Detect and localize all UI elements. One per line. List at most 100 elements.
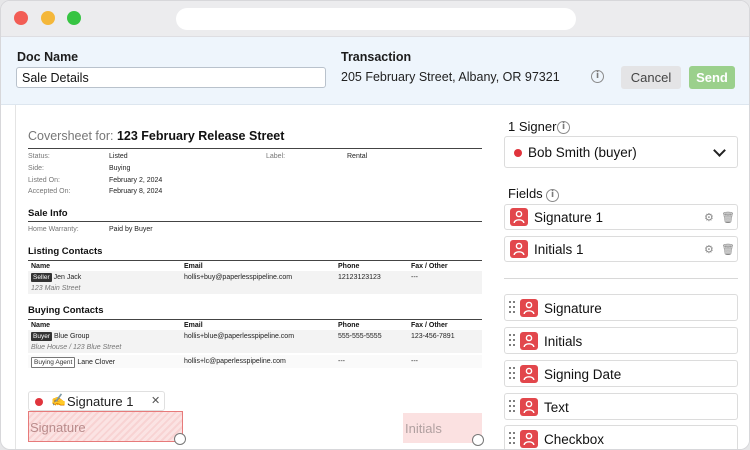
home-warranty-label: Home Warranty: — [28, 226, 79, 233]
document-header: Doc Name Transaction 205 February Street… — [1, 37, 749, 105]
accepted-on-label: Accepted On: — [28, 188, 71, 195]
cancel-button[interactable]: Cancel — [621, 66, 681, 89]
sale-info-heading: Sale Info — [28, 208, 68, 219]
contact-fax: --- — [411, 274, 418, 281]
info-icon[interactable]: i — [546, 189, 559, 202]
field-type-label: Signature — [544, 301, 602, 316]
label-value: Rental — [347, 153, 368, 160]
signature-pen-icon: ✍ — [51, 393, 66, 407]
signature-field-tag[interactable]: ✍ Signature 1 ✕ — [28, 391, 165, 411]
signer-color-dot — [35, 398, 43, 406]
info-icon[interactable]: i — [557, 121, 570, 134]
drag-handle-icon[interactable] — [509, 400, 517, 414]
person-icon — [510, 240, 528, 258]
signer-name: Bob Smith (buyer) — [528, 145, 637, 160]
field-type-label: Text — [544, 400, 569, 415]
trash-icon[interactable]: 🗑 — [721, 243, 735, 256]
contact-email: hollis+lc@paperlesspipeline.com — [184, 358, 286, 365]
field-type-signature[interactable]: Signature — [504, 294, 738, 321]
drag-handle-icon[interactable] — [509, 367, 517, 381]
signature-placeholder: Signature — [30, 420, 86, 435]
column-header-email: Email — [184, 263, 203, 270]
role-badge: Buying Agent — [31, 357, 76, 368]
resize-handle[interactable] — [472, 434, 484, 446]
initials-placeholder: Initials — [405, 421, 442, 436]
person-icon — [520, 398, 538, 416]
fields-heading: Fields — [508, 186, 543, 201]
signature-field-box[interactable]: Signature — [28, 411, 183, 442]
contact-phone: --- — [338, 358, 345, 365]
person-icon — [520, 299, 538, 317]
signer-dropdown[interactable]: Bob Smith (buyer) — [504, 136, 738, 168]
column-header-phone: Phone — [338, 322, 360, 329]
buying-contacts-heading: Buying Contacts — [28, 305, 104, 316]
column-header-fax: Fax / Other — [411, 322, 448, 329]
divider — [28, 260, 482, 261]
document-preview: Coversheet for: 123 February Release Str… — [15, 105, 495, 449]
field-type-label: Checkbox — [544, 432, 605, 447]
drag-handle-icon[interactable] — [509, 301, 517, 315]
doc-name-label: Doc Name — [17, 50, 79, 64]
gear-icon[interactable]: ⚙ — [704, 211, 714, 224]
column-header-name: Name — [31, 322, 51, 329]
signer-heading: 1 Signer — [508, 119, 557, 134]
placed-field-initials[interactable]: Initials 1 ⚙ 🗑 — [504, 236, 738, 262]
doc-name-input[interactable] — [16, 67, 326, 88]
maximize-window-button[interactable] — [67, 11, 81, 25]
title-bar — [1, 1, 749, 37]
column-header-email: Email — [184, 322, 203, 329]
column-header-phone: Phone — [338, 263, 360, 270]
info-icon[interactable]: i — [591, 70, 604, 83]
field-type-initials[interactable]: Initials — [504, 327, 738, 354]
person-icon — [520, 430, 538, 448]
status-value: Listed — [109, 153, 128, 160]
contact-phone: 555-555-5555 — [338, 333, 382, 340]
side-value: Buying — [109, 165, 131, 172]
initials-field-box[interactable]: Initials — [403, 413, 482, 443]
trash-icon[interactable]: 🗑 — [721, 211, 735, 224]
gear-icon[interactable]: ⚙ — [704, 243, 714, 256]
field-type-text[interactable]: Text — [504, 393, 738, 420]
drag-handle-icon[interactable] — [509, 432, 517, 446]
signer-color-dot — [514, 149, 522, 157]
contact-address: Blue House / 123 Blue Street — [31, 344, 122, 351]
chevron-down-icon — [713, 144, 726, 157]
field-type-signing-date[interactable]: Signing Date — [504, 360, 738, 387]
divider — [28, 221, 482, 222]
listed-on-value: February 2, 2024 — [109, 177, 163, 184]
close-window-button[interactable] — [14, 11, 28, 25]
send-button[interactable]: Send — [689, 66, 735, 89]
divider — [28, 148, 482, 149]
drag-handle-icon[interactable] — [509, 334, 517, 348]
field-type-checkbox[interactable]: Checkbox — [504, 425, 738, 449]
listed-on-label: Listed On: — [28, 177, 60, 184]
column-header-name: Name — [31, 263, 51, 270]
contact-name: Seller Jen Jack — [31, 273, 82, 282]
contact-name: Buying Agent Lane Clover — [31, 357, 115, 368]
field-label: Signature 1 — [534, 210, 604, 225]
field-label: Initials 1 — [534, 242, 584, 257]
person-icon — [520, 332, 538, 350]
address-bar[interactable] — [176, 8, 576, 30]
contact-email: hollis+buy@paperlesspipeline.com — [184, 274, 293, 281]
label-label: Label: — [266, 153, 286, 160]
signature-tag-label: Signature 1 — [67, 394, 134, 409]
contact-phone: 12123123123 — [338, 274, 381, 281]
contact-email: hollis+blue@paperlesspipeline.com — [184, 333, 295, 340]
resize-handle[interactable] — [174, 433, 186, 445]
person-icon — [510, 208, 528, 226]
divider — [504, 278, 738, 279]
status-label: Status: — [28, 153, 50, 160]
home-warranty-value: Paid by Buyer — [109, 226, 153, 233]
role-badge: Buyer — [31, 332, 52, 341]
role-badge: Seller — [31, 273, 52, 282]
listing-contacts-heading: Listing Contacts — [28, 246, 103, 257]
close-icon[interactable]: ✕ — [151, 394, 160, 407]
side-label: Side: — [28, 165, 44, 172]
minimize-window-button[interactable] — [41, 11, 55, 25]
column-header-fax: Fax / Other — [411, 263, 448, 270]
contact-address: 123 Main Street — [31, 285, 81, 292]
field-type-label: Signing Date — [544, 367, 622, 382]
placed-field-signature[interactable]: Signature 1 ⚙ 🗑 — [504, 204, 738, 230]
person-icon — [520, 365, 538, 383]
